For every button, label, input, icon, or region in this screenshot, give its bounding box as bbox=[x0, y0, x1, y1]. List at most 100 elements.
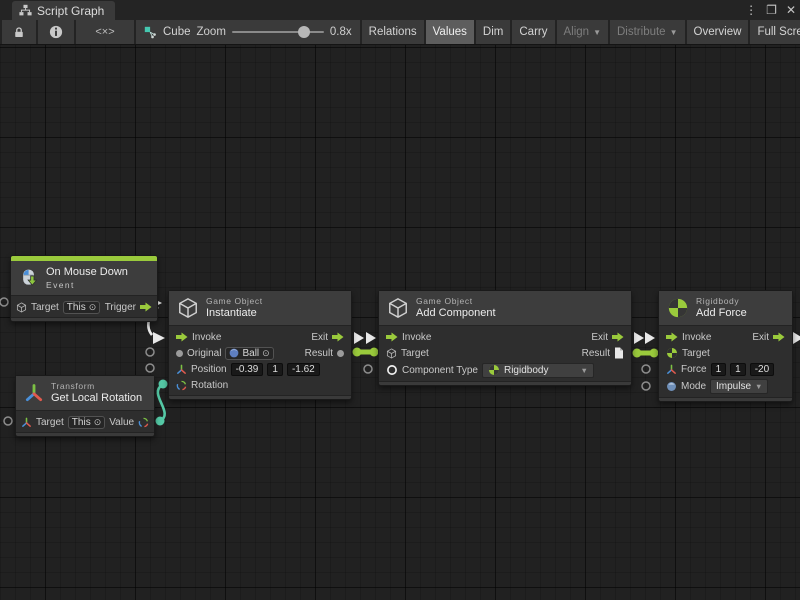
dim-button[interactable]: Dim bbox=[476, 20, 510, 44]
original-label: Original bbox=[187, 348, 221, 359]
menu-kebab-icon[interactable]: ⋮ bbox=[745, 4, 757, 16]
zoom-slider-handle[interactable] bbox=[298, 26, 310, 38]
invoke-port-arrow-icon[interactable] bbox=[666, 332, 678, 342]
component-type-dropdown[interactable]: Rigidbody ▼ bbox=[482, 363, 594, 378]
exit-port-arrow-icon[interactable] bbox=[612, 332, 624, 342]
node-category: Rigidbody bbox=[696, 296, 747, 307]
type-ring-icon bbox=[386, 364, 398, 376]
invoke-connector-arrow[interactable] bbox=[645, 332, 655, 344]
node-footer bbox=[379, 381, 631, 385]
axes-icon bbox=[176, 364, 187, 375]
exit-connector-arrow[interactable] bbox=[634, 332, 644, 344]
lock-button[interactable] bbox=[2, 20, 36, 44]
component-type-input-port[interactable] bbox=[364, 365, 372, 373]
target-input-port[interactable] bbox=[0, 298, 8, 306]
result-output-port[interactable] bbox=[353, 348, 362, 357]
target-object-field[interactable]: This ⊙ bbox=[68, 416, 105, 429]
exit-connector-arrow[interactable] bbox=[793, 332, 800, 344]
target-object-field[interactable]: This ⊙ bbox=[63, 301, 100, 314]
info-button[interactable] bbox=[38, 20, 74, 44]
node-title: Get Local Rotation bbox=[51, 392, 142, 406]
info-icon bbox=[49, 25, 63, 39]
node-type-label: Event bbox=[46, 280, 128, 291]
position-input-port[interactable] bbox=[146, 364, 154, 372]
chevron-down-icon: ▼ bbox=[755, 382, 762, 391]
mode-value: Impulse bbox=[716, 381, 751, 392]
mode-dropdown[interactable]: Impulse ▼ bbox=[710, 379, 768, 394]
original-port-icon[interactable] bbox=[176, 350, 183, 357]
node-get-local-rotation[interactable]: Transform Get Local Rotation Target This… bbox=[15, 375, 155, 437]
node-body: Invoke Exit Original Ball ⊙ bbox=[169, 326, 351, 395]
carry-button[interactable]: Carry bbox=[512, 20, 554, 44]
node-category: Game Object bbox=[206, 296, 263, 307]
result-file-icon[interactable] bbox=[614, 347, 624, 359]
tab-title: Script Graph bbox=[37, 4, 104, 18]
exit-port-arrow-icon[interactable] bbox=[773, 332, 785, 342]
invoke-connector-arrow[interactable] bbox=[366, 332, 376, 344]
maximize-icon[interactable]: ❐ bbox=[766, 4, 777, 16]
relations-button[interactable]: Relations bbox=[362, 20, 424, 44]
zoom-to-fit-button[interactable]: <×> bbox=[76, 20, 134, 44]
mode-input-port[interactable] bbox=[642, 382, 650, 390]
invoke-label: Invoke bbox=[682, 332, 711, 343]
node-footer bbox=[16, 432, 154, 436]
align-button[interactable]: Align▼ bbox=[557, 20, 609, 44]
script-graph-window: Script Graph ⋮ ❐ ✕ <×> bbox=[0, 0, 800, 600]
values-label: Values bbox=[433, 26, 467, 38]
mode-label: Mode bbox=[681, 381, 706, 392]
chevron-down-icon: ▼ bbox=[581, 366, 588, 375]
game-object-icon bbox=[386, 348, 397, 359]
rotation-icon bbox=[176, 380, 187, 391]
full-screen-button[interactable]: Full Screen bbox=[750, 20, 800, 44]
position-x-field[interactable]: -0.39 bbox=[231, 363, 264, 376]
zoom-slider[interactable] bbox=[232, 31, 324, 33]
force-x-value: 1 bbox=[716, 364, 722, 375]
script-graph-asset-icon[interactable] bbox=[144, 26, 157, 39]
lock-icon bbox=[13, 26, 25, 39]
position-x-value: -0.39 bbox=[236, 364, 259, 375]
node-add-component[interactable]: Game Object Add Component Invoke Exit bbox=[378, 290, 632, 386]
toolbar-right-group: Relations Values Dim Carry Align▼ Distri… bbox=[360, 20, 800, 44]
original-value: Ball bbox=[242, 348, 259, 359]
result-port-icon[interactable] bbox=[337, 350, 344, 357]
overview-button[interactable]: Overview bbox=[687, 20, 749, 44]
rotation-wire[interactable] bbox=[158, 385, 165, 421]
trigger-port-arrow-icon[interactable] bbox=[140, 302, 152, 312]
original-input-port[interactable] bbox=[146, 348, 154, 356]
exit-connector-arrow[interactable] bbox=[354, 332, 364, 344]
target-label: Target bbox=[31, 302, 59, 313]
values-button[interactable]: Values bbox=[426, 20, 474, 44]
object-picker-icon: ⊙ bbox=[89, 302, 97, 313]
invoke-port-arrow-icon[interactable] bbox=[386, 332, 398, 342]
position-y-field[interactable]: 1 bbox=[267, 363, 283, 376]
graph-name-label[interactable]: Cube bbox=[163, 26, 191, 38]
exit-port-arrow-icon[interactable] bbox=[332, 332, 344, 342]
invoke-label: Invoke bbox=[192, 332, 221, 343]
node-add-force[interactable]: Rigidbody Add Force Invoke Exit bbox=[658, 290, 793, 402]
value-output-port[interactable] bbox=[156, 417, 165, 426]
distribute-label: Distribute bbox=[617, 26, 666, 38]
node-category: Game Object bbox=[416, 296, 496, 307]
target-input-port[interactable] bbox=[4, 417, 12, 425]
close-icon[interactable]: ✕ bbox=[786, 4, 796, 16]
graph-canvas[interactable]: On Mouse Down Event Target This ⊙ Trigge… bbox=[0, 45, 800, 600]
position-label: Position bbox=[191, 364, 227, 375]
force-y-field[interactable]: 1 bbox=[730, 363, 746, 376]
node-on-mouse-down[interactable]: On Mouse Down Event Target This ⊙ Trigge… bbox=[10, 255, 158, 322]
rigidbody-icon bbox=[667, 297, 689, 319]
force-x-field[interactable]: 1 bbox=[711, 363, 727, 376]
node-instantiate[interactable]: Game Object Instantiate Invoke Exit Orig… bbox=[168, 290, 352, 400]
distribute-button[interactable]: Distribute▼ bbox=[610, 20, 685, 44]
force-input-port[interactable] bbox=[642, 365, 650, 373]
result-output-port[interactable] bbox=[633, 349, 642, 358]
rotation-input-port[interactable] bbox=[159, 380, 168, 389]
zoom-value: 0.8x bbox=[330, 26, 352, 38]
tab-script-graph[interactable]: Script Graph bbox=[12, 1, 115, 20]
force-z-value: -20 bbox=[755, 364, 769, 375]
invoke-port-arrow-icon[interactable] bbox=[176, 332, 188, 342]
node-footer bbox=[169, 395, 351, 399]
force-z-field[interactable]: -20 bbox=[750, 363, 774, 376]
invoke-wire-end-arrow[interactable] bbox=[153, 332, 165, 344]
position-z-field[interactable]: -1.62 bbox=[287, 363, 320, 376]
original-object-field[interactable]: Ball ⊙ bbox=[225, 347, 273, 360]
